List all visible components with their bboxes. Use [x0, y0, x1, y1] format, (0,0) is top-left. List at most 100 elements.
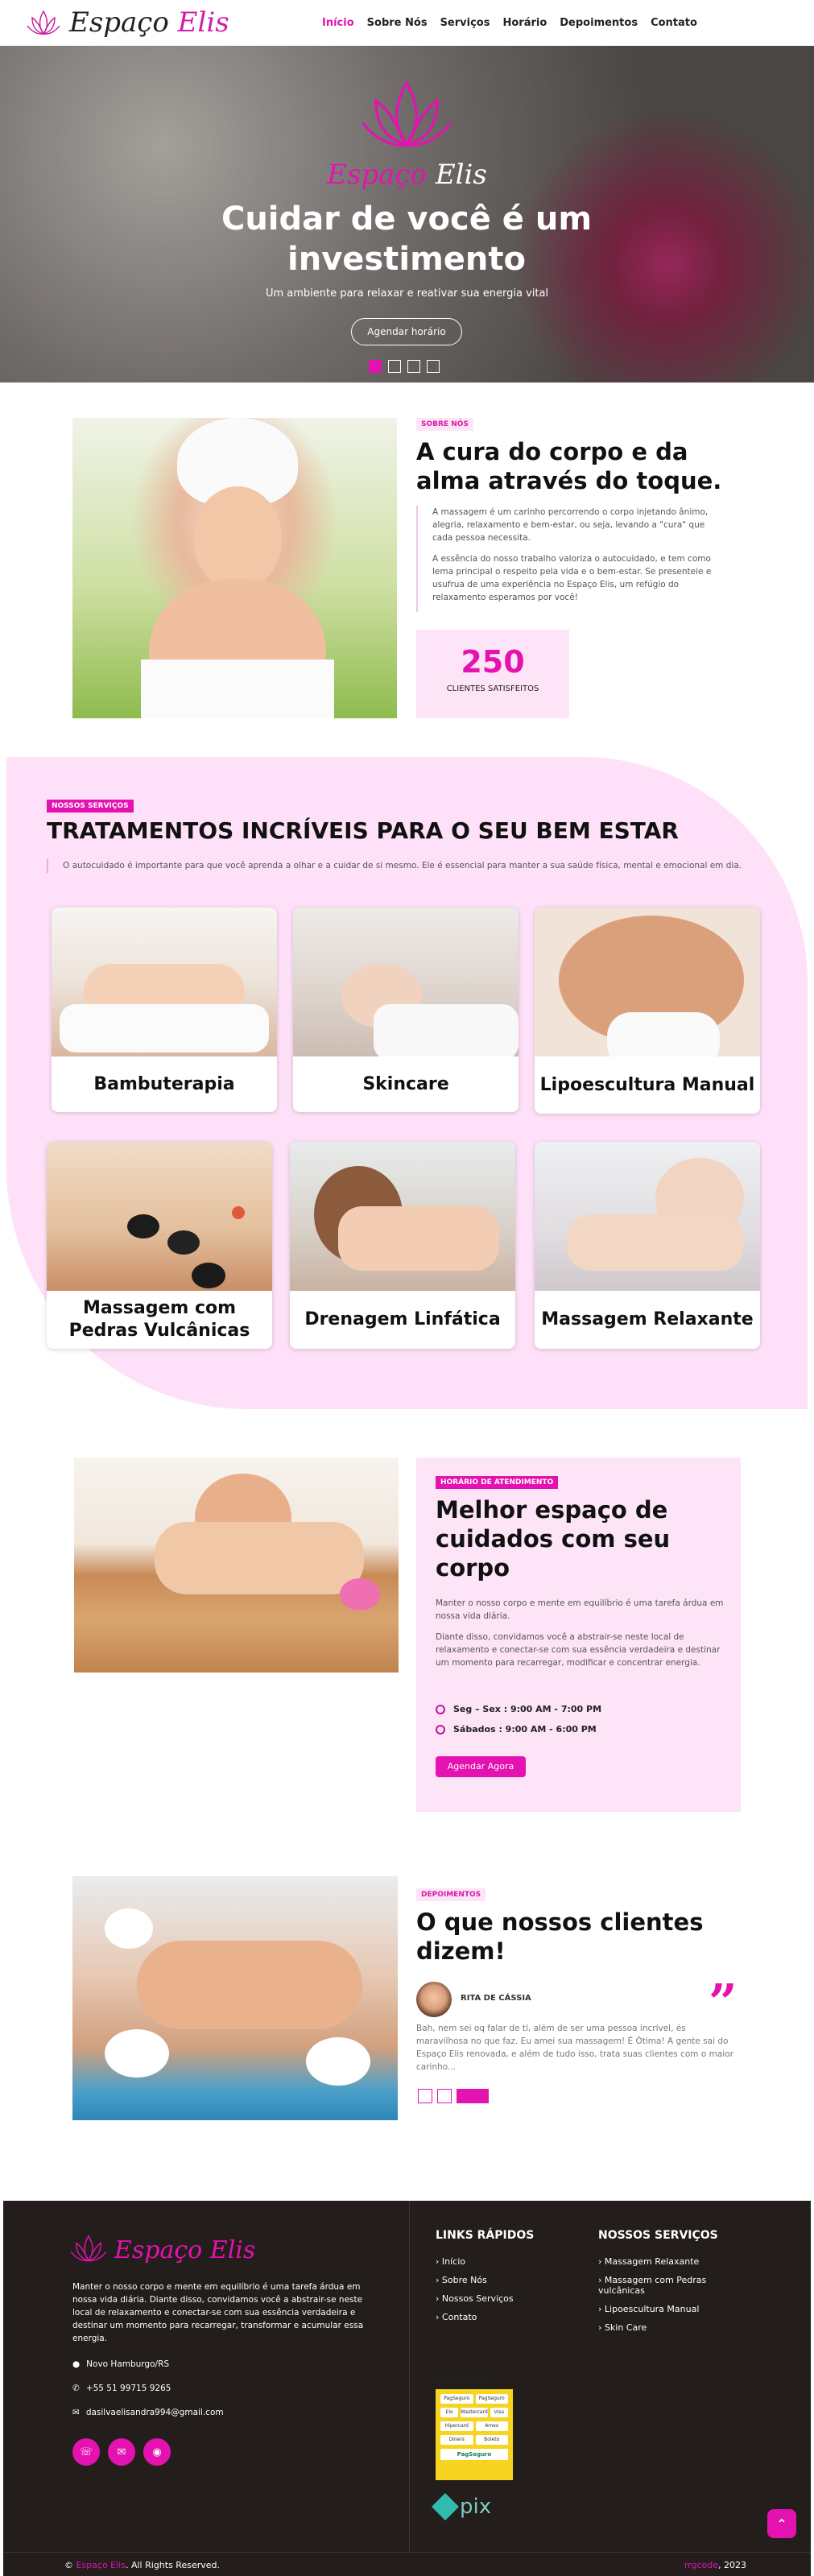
testimonials-title: O que nossos clientes dizem!	[416, 1908, 704, 1965]
service-card-relaxante[interactable]: Massagem Relaxante	[535, 1142, 760, 1349]
about-title: A cura do corpo e da alma através do toq…	[416, 438, 722, 494]
carousel-dot[interactable]	[369, 360, 382, 373]
service-card-bambuterapia[interactable]: Bambuterapia	[52, 908, 277, 1112]
nav-link-inicio[interactable]: Início	[322, 17, 354, 29]
nav-link-sobre[interactable]: Sobre Nós	[367, 17, 428, 29]
service-image	[290, 1142, 515, 1291]
circle-icon	[436, 1724, 445, 1735]
hero-carousel-indicators	[369, 360, 440, 373]
lotus-icon	[69, 2231, 108, 2269]
nav-link-depoimentos[interactable]: Depoimentos	[560, 17, 638, 29]
testimonials-carousel-indicators	[418, 2089, 489, 2103]
service-card-lipoescultura[interactable]: Lipoescultura Manual	[535, 908, 760, 1114]
carousel-dot[interactable]	[407, 360, 420, 373]
service-image	[535, 1142, 760, 1291]
nav-link-servicos[interactable]: Serviços	[440, 17, 490, 29]
payment-brand: Visa	[490, 2408, 509, 2417]
pix-logo: pix	[432, 2493, 491, 2520]
hours-tag: Horário de Atendimento	[436, 1476, 559, 1489]
testimonial-author: RITA DE CÁSSIA	[461, 1994, 531, 2003]
developer-link[interactable]: rrgcode	[684, 2560, 718, 2570]
footer-service-link[interactable]: Lipoescultura Manual	[598, 2304, 743, 2314]
quote-icon: ”	[709, 1973, 738, 2032]
satisfied-clients-stat: 250 CLIENTES SATISFEITOS	[416, 630, 569, 718]
footer-contact: ● Novo Hamburgo/RS ✆ +55 51 99715 9265 ✉ da…	[72, 2359, 224, 2432]
footer-service-link[interactable]: Massagem com Pedras vulcânicas	[598, 2275, 743, 2296]
footer-phone[interactable]: ✆ +55 51 99715 9265	[72, 2384, 224, 2393]
carousel-dot[interactable]	[388, 360, 401, 373]
payment-brand: Mastercard	[461, 2408, 488, 2417]
about-paragraph: A essência do nosso trabalho valoriza o …	[432, 554, 712, 602]
about-tag: Sobre Nós	[416, 418, 473, 431]
hours-saturday: Sábados : 9:00 AM - 6:00 PM	[436, 1724, 601, 1735]
payment-methods-label: Aceitamos:	[436, 2373, 491, 2384]
carousel-dot[interactable]	[418, 2089, 432, 2103]
service-card-pedras-vulcanicas[interactable]: Massagem com Pedras Vulcânicas	[47, 1142, 272, 1349]
copyright-text: © Espaço Elis. All Rights Reserved.	[64, 2560, 220, 2570]
email-icon[interactable]: ✉	[108, 2438, 135, 2466]
pix-icon	[432, 2493, 459, 2520]
lotus-icon	[24, 3, 63, 42]
footer-link-contato[interactable]: Contato	[436, 2312, 514, 2322]
book-now-button[interactable]: Agendar Agora	[436, 1756, 526, 1777]
service-card-skincare[interactable]: Skincare	[293, 908, 519, 1112]
footer-service-link[interactable]: Skin Care	[598, 2322, 743, 2333]
hero-title: Cuidar de você é um investimento	[221, 201, 593, 278]
schedule-button[interactable]: Agendar horário	[351, 318, 462, 345]
carousel-dot[interactable]	[437, 2089, 452, 2103]
hours-image	[74, 1458, 399, 1673]
service-title: Lipoescultura Manual	[539, 1074, 755, 1095]
footer-bottom-bar: © Espaço Elis. All Rights Reserved. rrgc…	[3, 2552, 811, 2576]
hero-subtitle: Um ambiente para relaxar e reativar sua …	[265, 287, 549, 300]
nav-link-horario[interactable]: Horário	[502, 17, 547, 29]
footer-brand-logo[interactable]: Espaço Elis	[69, 2231, 255, 2269]
footer-link-inicio[interactable]: Início	[436, 2256, 514, 2267]
payment-brand: PagSeguro	[475, 2394, 508, 2404]
footer-link-servicos[interactable]: Nossos Serviços	[436, 2293, 514, 2304]
avatar	[416, 1982, 452, 2017]
testimonials-tag: Depoimentos	[416, 1888, 486, 1901]
map-pin-icon: ●	[72, 2359, 81, 2369]
brand-name: Espaço Elis	[69, 6, 229, 39]
hero-lotus-icon	[358, 74, 455, 163]
quick-links-title: LINKS RÁPIDOS	[436, 2229, 535, 2242]
hero-brand-name: Espaço Elis	[327, 159, 487, 191]
payment-brand: Amex	[475, 2421, 508, 2431]
nav-link-contato[interactable]: Contato	[651, 17, 697, 29]
circle-icon	[436, 1704, 445, 1714]
services-title: TRATAMENTOS INCRÍVEIS PARA O SEU BEM EST…	[47, 817, 679, 844]
payment-brand: Hipercard	[440, 2421, 473, 2431]
service-image	[535, 908, 760, 1056]
instagram-icon[interactable]: ◉	[143, 2438, 171, 2466]
service-card-drenagem[interactable]: Drenagem Linfática	[290, 1142, 515, 1349]
brand-logo[interactable]: Espaço Elis	[24, 3, 229, 42]
service-image	[293, 908, 519, 1056]
quick-links-list: Início Sobre Nós Nossos Serviços Contato	[436, 2256, 514, 2330]
payment-brand: Elo	[440, 2408, 459, 2417]
payment-brand: PagSeguro	[440, 2394, 473, 2404]
hours-paragraph: Diante disso, convidamos você a abstrair…	[436, 1632, 721, 1668]
back-to-top-button[interactable]: ⌃	[767, 2509, 796, 2538]
payment-methods-badge: PagSeguro PagSeguro Elo Mastercard Visa Hip…	[436, 2389, 513, 2480]
hours-paragraph: Manter o nosso corpo e mente em equilíbr…	[436, 1598, 724, 1621]
whatsapp-icon[interactable]: ☏	[72, 2438, 100, 2466]
footer-email[interactable]: ✉ dasilvaelisandra994@gmail.com	[72, 2408, 224, 2417]
carousel-dot[interactable]	[457, 2089, 489, 2103]
service-image	[52, 908, 277, 1056]
hero-carousel: Espaço Elis Cuidar de você é um investim…	[0, 46, 814, 382]
footer-divider	[409, 2201, 410, 2552]
footer-location: ● Novo Hamburgo/RS	[72, 2359, 170, 2369]
footer-link-sobre[interactable]: Sobre Nós	[436, 2275, 514, 2285]
hours-weekdays: Seg – Sex : 9:00 AM - 7:00 PM	[436, 1704, 601, 1714]
main-menu: Início Sobre Nós Serviços Horário Depoim…	[322, 0, 697, 46]
service-title: Bambuterapia	[93, 1073, 235, 1094]
top-navbar: Espaço Elis Início Sobre Nós Serviços Ho…	[0, 0, 814, 46]
carousel-dot[interactable]	[427, 360, 440, 373]
footer-service-link[interactable]: Massagem Relaxante	[598, 2256, 743, 2267]
services-tag: Nossos Serviços	[47, 800, 134, 812]
services-description: O autocuidado é importante para que você…	[47, 859, 755, 873]
testimonial-text: Bah, nem sei oq falar de tl, além de ser…	[416, 2024, 733, 2072]
service-title: Drenagem Linfática	[304, 1309, 501, 1329]
stat-label: CLIENTES SATISFEITOS	[446, 684, 539, 693]
copyright-brand-link[interactable]: Espaço Elis	[76, 2560, 126, 2570]
